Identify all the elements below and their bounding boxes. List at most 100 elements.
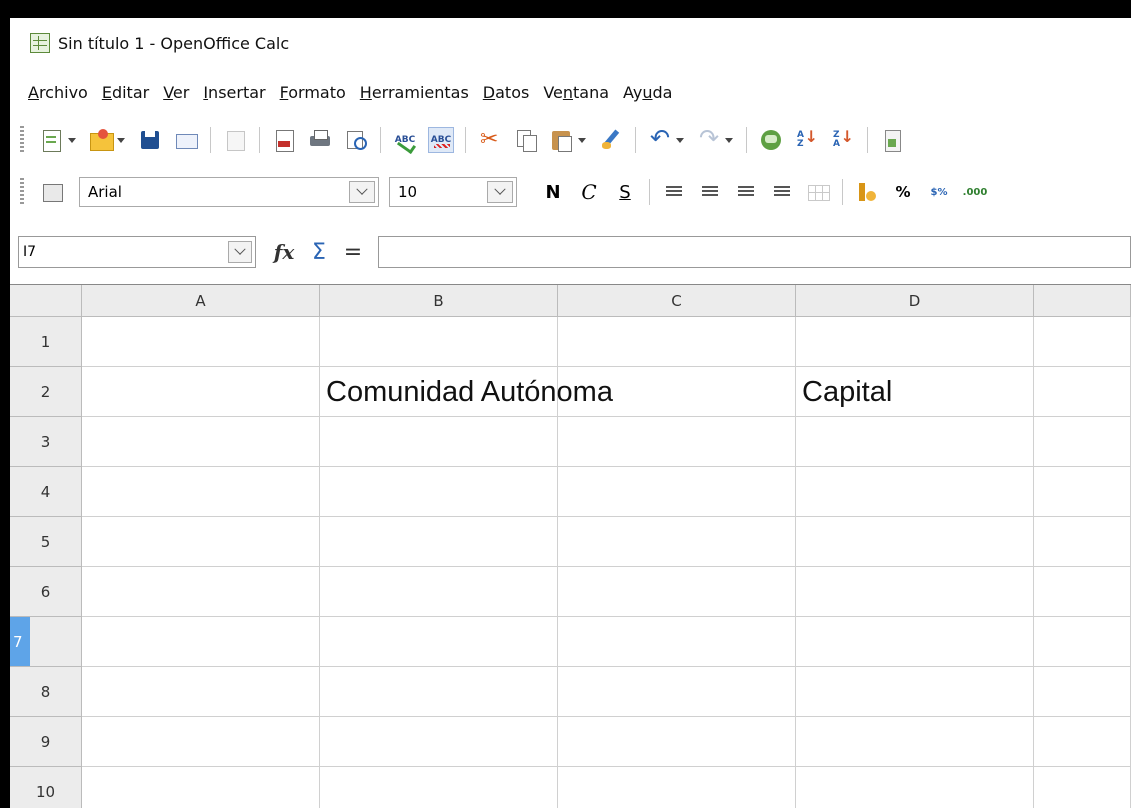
- menu-datos[interactable]: Datos: [483, 83, 530, 102]
- cell-next-column[interactable]: [1034, 767, 1131, 808]
- menu-ver[interactable]: Ver: [163, 83, 189, 102]
- cell-c3[interactable]: [558, 417, 796, 467]
- export-pdf-icon[interactable]: [271, 127, 297, 153]
- merge-cells-icon[interactable]: [805, 179, 831, 205]
- cell-c6[interactable]: [558, 567, 796, 617]
- name-box-dropdown-button[interactable]: [228, 241, 252, 263]
- print-icon[interactable]: [307, 127, 333, 153]
- menu-ventana[interactable]: Ventana: [543, 83, 609, 102]
- navigator-icon[interactable]: [758, 127, 784, 153]
- menu-insertar[interactable]: Insertar: [203, 83, 265, 102]
- cell-a8[interactable]: [82, 667, 320, 717]
- cell-d10[interactable]: [796, 767, 1034, 808]
- row-header-4[interactable]: 4: [10, 467, 82, 517]
- cell-b1[interactable]: [320, 317, 558, 367]
- menu-herramientas[interactable]: Herramientas: [360, 83, 469, 102]
- spellcheck-icon[interactable]: ABC: [392, 127, 418, 153]
- row-header-6[interactable]: 6: [10, 567, 82, 617]
- cell-a5[interactable]: [82, 517, 320, 567]
- styles-formatting-icon[interactable]: [39, 179, 65, 205]
- cell-next-column[interactable]: [1034, 667, 1131, 717]
- redo-dropdown-arrow[interactable]: [724, 127, 734, 153]
- cell-c4[interactable]: [558, 467, 796, 517]
- justify-icon[interactable]: [769, 179, 795, 205]
- new-dropdown-arrow[interactable]: [67, 127, 77, 153]
- add-decimal-button[interactable]: .000: [962, 179, 988, 205]
- cut-icon[interactable]: [477, 127, 503, 153]
- align-center-icon[interactable]: [697, 179, 723, 205]
- align-left-icon[interactable]: [661, 179, 687, 205]
- font-size-combo[interactable]: 10: [389, 177, 517, 207]
- clone-formatting-icon[interactable]: [598, 127, 624, 153]
- cell-a9[interactable]: [82, 717, 320, 767]
- align-right-icon[interactable]: [733, 179, 759, 205]
- cell-b4[interactable]: [320, 467, 558, 517]
- cell-a7[interactable]: [82, 617, 320, 667]
- email-document-icon[interactable]: [173, 127, 199, 153]
- cell-d6[interactable]: [796, 567, 1034, 617]
- column-header-a[interactable]: A: [82, 285, 320, 317]
- cell-a6[interactable]: [82, 567, 320, 617]
- autospellcheck-icon[interactable]: ABC: [428, 127, 454, 153]
- column-header-b[interactable]: B: [320, 285, 558, 317]
- cell-d9[interactable]: [796, 717, 1034, 767]
- menu-archivo[interactable]: Archivo: [28, 83, 88, 102]
- paste-dropdown-arrow[interactable]: [577, 127, 587, 153]
- cell-next-column[interactable]: [1034, 717, 1131, 767]
- select-all-corner[interactable]: [10, 285, 82, 317]
- sort-descending-icon[interactable]: Z A: [830, 127, 856, 153]
- cell-a1[interactable]: [82, 317, 320, 367]
- menu-formato[interactable]: Formato: [280, 83, 346, 102]
- cell-next-column[interactable]: [1034, 467, 1131, 517]
- undo-icon[interactable]: [647, 124, 673, 153]
- new-document-icon[interactable]: [39, 127, 65, 153]
- menu-editar[interactable]: Editar: [102, 83, 149, 102]
- cell-b7[interactable]: [320, 617, 558, 667]
- print-preview-icon[interactable]: [343, 127, 369, 153]
- font-name-combo[interactable]: Arial: [79, 177, 379, 207]
- cell-c5[interactable]: [558, 517, 796, 567]
- undo-dropdown-arrow[interactable]: [675, 127, 685, 153]
- toolbar-grip[interactable]: [20, 126, 24, 154]
- cell-d5[interactable]: [796, 517, 1034, 567]
- redo-icon[interactable]: [696, 124, 722, 153]
- bold-button[interactable]: N: [540, 179, 566, 205]
- cell-b3[interactable]: [320, 417, 558, 467]
- row-header-7[interactable]: 7: [10, 617, 82, 667]
- row-header-1[interactable]: 1: [10, 317, 82, 367]
- standard-format-button[interactable]: $%: [926, 179, 952, 205]
- sum-button[interactable]: Σ: [306, 240, 332, 265]
- sort-ascending-icon[interactable]: A Z: [794, 127, 820, 153]
- cell-a10[interactable]: [82, 767, 320, 808]
- save-icon[interactable]: [137, 127, 163, 153]
- cell-a4[interactable]: [82, 467, 320, 517]
- cell-d1[interactable]: [796, 317, 1034, 367]
- cell-a3[interactable]: [82, 417, 320, 467]
- paste-icon[interactable]: [549, 127, 575, 153]
- cell-b6[interactable]: [320, 567, 558, 617]
- cell-c7[interactable]: [558, 617, 796, 667]
- menu-ayuda[interactable]: Ayuda: [623, 83, 672, 102]
- row-header-2[interactable]: 2: [10, 367, 82, 417]
- column-header-next[interactable]: [1034, 285, 1131, 317]
- font-size-dropdown-button[interactable]: [487, 181, 513, 203]
- row-header-3[interactable]: 3: [10, 417, 82, 467]
- function-wizard-button[interactable]: fx: [270, 240, 298, 264]
- row-header-9[interactable]: 9: [10, 717, 82, 767]
- cell-b9[interactable]: [320, 717, 558, 767]
- font-name-value[interactable]: Arial: [80, 178, 349, 206]
- cell-next-column[interactable]: [1034, 567, 1131, 617]
- italic-button[interactable]: C: [576, 179, 602, 205]
- cell-d3[interactable]: [796, 417, 1034, 467]
- currency-format-icon[interactable]: [854, 179, 880, 205]
- cell-next-column[interactable]: [1034, 317, 1131, 367]
- percent-format-button[interactable]: %: [890, 179, 916, 205]
- cell-d8[interactable]: [796, 667, 1034, 717]
- function-button[interactable]: =: [342, 240, 364, 265]
- copy-icon[interactable]: [513, 127, 539, 153]
- spreadsheet-grid[interactable]: A B C D 1 2 3 4 5 6 7 8 9 10 Comunidad Autónoma Capital: [10, 284, 1131, 808]
- row-header-8[interactable]: 8: [10, 667, 82, 717]
- open-folder-icon[interactable]: [88, 127, 114, 153]
- toolbar-grip[interactable]: [20, 178, 24, 206]
- cell-c10[interactable]: [558, 767, 796, 808]
